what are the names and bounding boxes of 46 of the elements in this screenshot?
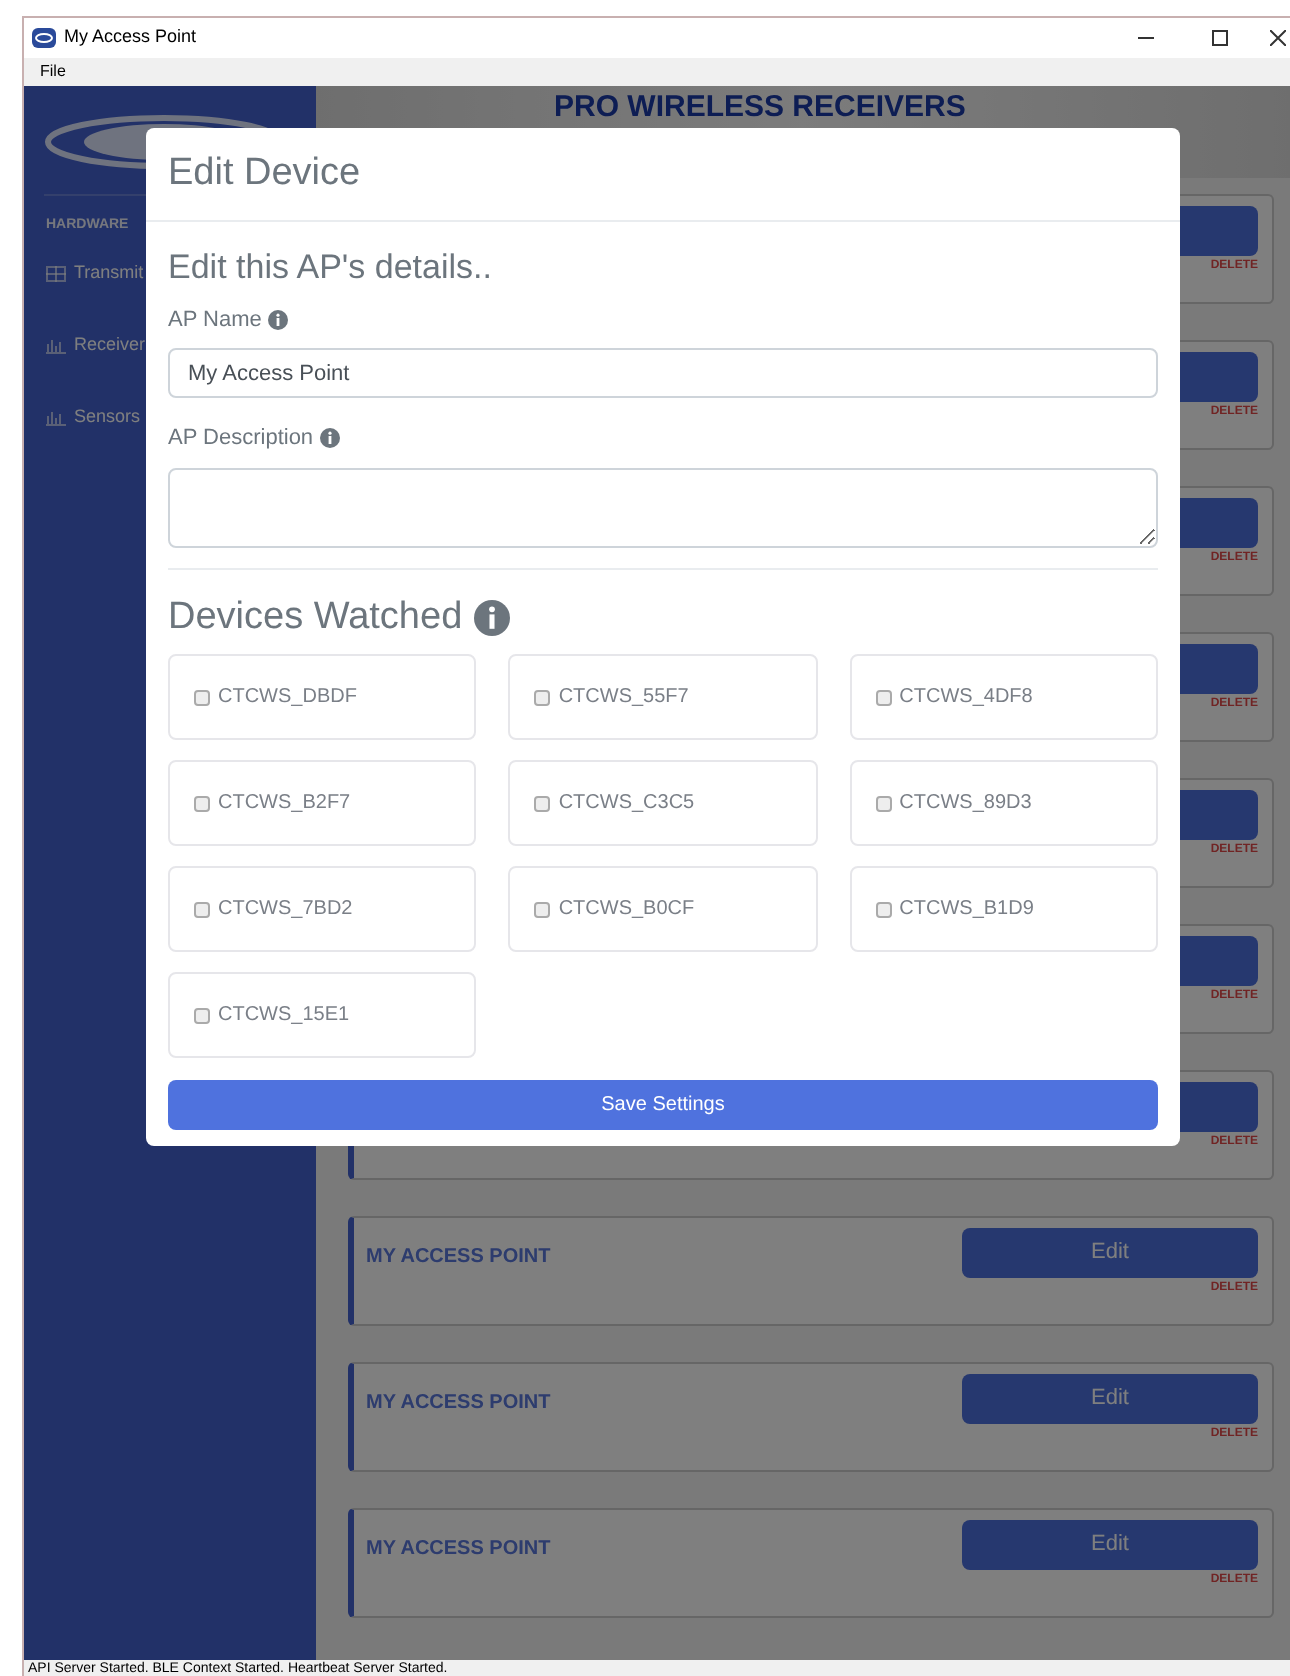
info-icon	[319, 428, 340, 449]
menu-item[interactable]: File	[40, 60, 66, 84]
checkbox[interactable]	[194, 689, 210, 705]
info-icon	[474, 599, 511, 636]
sidebar-item[interactable]: Transmit	[24, 237, 146, 309]
edit-button[interactable]: Edit	[962, 1520, 1258, 1570]
checkbox[interactable]	[194, 1007, 210, 1023]
sidebar-item[interactable]: Sensors	[24, 381, 146, 453]
window-title: My Access Point	[64, 24, 197, 51]
ap-description-field[interactable]	[168, 467, 1158, 547]
edit-button[interactable]: Edit	[962, 1228, 1258, 1278]
header-title: PRO WIRELESS RECEIVERS	[554, 90, 966, 124]
maximize-icon[interactable]	[1212, 30, 1228, 46]
field-label: AP Name	[168, 305, 262, 335]
device-label: CTCWS_B0CF	[558, 896, 695, 924]
checkbox[interactable]	[194, 795, 210, 811]
sidebar-item[interactable]: Receiver	[24, 309, 146, 381]
device-label: CTCWS_DBDF	[218, 684, 357, 712]
save-settings-button[interactable]: Save Settings	[168, 1080, 1158, 1130]
checkbox[interactable]	[534, 795, 551, 811]
checkbox[interactable]	[875, 901, 892, 917]
device-label: CTCWS_B1D9	[899, 896, 1034, 924]
field-label: AP Description	[168, 424, 314, 454]
info-icon	[267, 309, 288, 330]
card-title: MY ACCESS POINT	[366, 1536, 551, 1564]
checkbox[interactable]	[194, 901, 210, 917]
ap-name-field[interactable]: My Access Point	[168, 348, 1158, 398]
device-label: CTCWS_4DF8	[899, 684, 1033, 712]
device-label: CTCWS_15E1	[218, 1002, 350, 1030]
checkbox[interactable]	[875, 689, 892, 705]
close-icon[interactable]	[1270, 30, 1286, 46]
card-title: MY ACCESS POINT	[366, 1244, 551, 1272]
modal-title: Edit Device	[168, 149, 361, 198]
device-label: CTCWS_B2F7	[218, 790, 351, 818]
section-title: Devices Watched	[168, 593, 463, 641]
checkbox[interactable]	[534, 901, 551, 917]
section-title: Edit this AP's details..	[168, 246, 494, 290]
edit-button[interactable]: Edit	[962, 1374, 1258, 1424]
device-label: CTCWS_89D3	[899, 790, 1032, 818]
checkbox[interactable]	[875, 795, 892, 811]
app-icon	[32, 28, 56, 48]
card-title: MY ACCESS POINT	[366, 1390, 551, 1418]
checkbox[interactable]	[534, 689, 551, 705]
device-label: CTCWS_7BD2	[218, 896, 353, 924]
device-label: CTCWS_55F7	[558, 684, 689, 712]
device-label: CTCWS_C3C5	[558, 790, 695, 818]
